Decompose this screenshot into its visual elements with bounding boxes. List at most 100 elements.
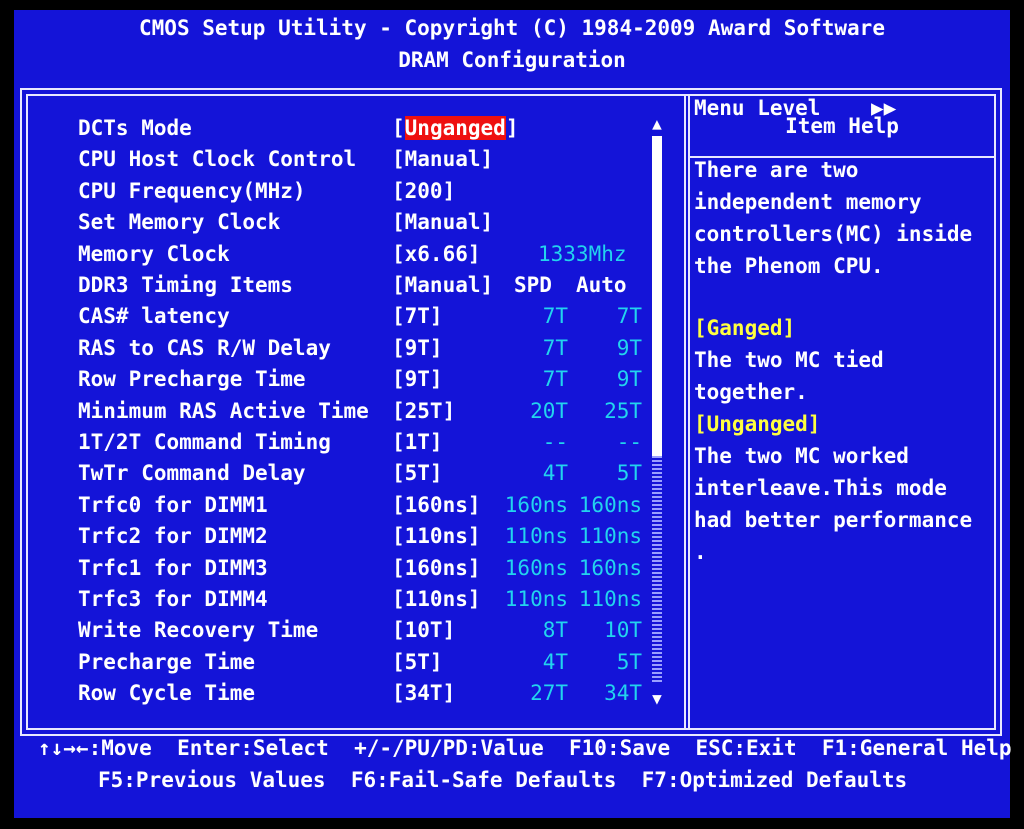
setting-value[interactable]: [x6.66] — [392, 242, 481, 266]
setting-row[interactable]: RAS to CAS R/W Delay [9T] 7T 9T — [78, 336, 658, 367]
setting-value[interactable]: [Unganged] — [392, 116, 518, 140]
setting-label: CPU Frequency(MHz) — [78, 178, 306, 203]
panel-divider — [684, 96, 690, 728]
spd-value: 4T — [542, 461, 568, 486]
setting-row[interactable]: CPU Host Clock Control [Manual] — [78, 147, 658, 178]
help-unganged-label: [Unganged] — [694, 412, 821, 436]
selected-value-highlight[interactable]: Unganged — [404, 116, 506, 140]
setting-row[interactable]: 1T/2T Command Timing [1T] -- -- — [78, 430, 658, 461]
spd-column-header: SPD — [514, 273, 552, 297]
scroll-down-arrow-icon[interactable]: ▼ — [650, 689, 664, 708]
setting-value[interactable]: [10T] — [392, 618, 455, 642]
setting-value[interactable]: [Manual] — [392, 147, 493, 171]
spd-value: 110ns — [504, 524, 568, 549]
utility-title: CMOS Setup Utility - Copyright (C) 1984-… — [139, 16, 885, 40]
auto-value: 9T — [616, 335, 642, 360]
setting-value[interactable]: [200] — [392, 179, 455, 203]
spd-value: 7T — [542, 304, 568, 329]
setting-label: Precharge Time — [78, 649, 256, 674]
setting-row[interactable]: CAS# latency [7T] 7T 7T — [78, 304, 658, 335]
footer-keys-line2: F5:Previous Values F6:Fail-Safe Defaults… — [98, 768, 908, 792]
setting-value[interactable]: [34T] — [392, 681, 455, 705]
spd-value: 8T — [542, 618, 568, 643]
setting-label: Trfc0 for DIMM1 — [78, 492, 268, 517]
spd-value: 7T — [542, 335, 568, 360]
auto-value: 5T — [616, 461, 642, 486]
setting-row[interactable]: Trfc2 for DIMM2 [110ns] 110ns 110ns — [78, 524, 658, 555]
help-unganged-text: The two MC worked interleave.This mode h… — [694, 444, 973, 564]
auto-value: 9T — [616, 367, 642, 392]
setting-value[interactable]: [110ns] — [392, 587, 481, 611]
setting-value[interactable]: [5T] — [392, 461, 443, 485]
auto-value: 25T — [604, 398, 642, 423]
menu-level-label: Menu Level — [694, 96, 821, 120]
setting-value[interactable]: [160ns] — [392, 493, 481, 517]
setting-row[interactable]: Trfc3 for DIMM4 [110ns] 110ns 110ns — [78, 587, 658, 618]
auto-value: 160ns — [578, 492, 642, 517]
menu-level-arrow-icon: ▶▶ — [871, 96, 897, 120]
setting-row[interactable]: Trfc1 for DIMM3 [160ns] 160ns 160ns — [78, 556, 658, 587]
spd-value: 20T — [530, 398, 568, 423]
setting-row[interactable]: Memory Clock [x6.66] 1333Mhz — [78, 242, 658, 273]
setting-row[interactable]: Row Precharge Time [9T] 7T 9T — [78, 367, 658, 398]
bios-screen: CMOS Setup Utility - Copyright (C) 1984-… — [14, 10, 1012, 818]
memory-clock-readout: 1333Mhz — [538, 241, 627, 266]
page-title: DRAM Configuration — [398, 48, 626, 72]
spd-value: 27T — [530, 681, 568, 706]
auto-value: 5T — [616, 649, 642, 674]
setting-value[interactable]: [25T] — [392, 399, 455, 423]
scroll-up-arrow-icon[interactable]: ▲ — [650, 114, 664, 133]
setting-value[interactable]: [9T] — [392, 336, 443, 360]
auto-value: 34T — [604, 681, 642, 706]
setting-row[interactable]: CPU Frequency(MHz) [200] — [78, 179, 658, 210]
setting-value[interactable]: [1T] — [392, 430, 443, 454]
spd-value: 7T — [542, 367, 568, 392]
auto-value: 7T — [616, 304, 642, 329]
setting-label: Trfc2 for DIMM2 — [78, 524, 268, 549]
spd-value: 160ns — [504, 555, 568, 580]
setting-label: Trfc3 for DIMM4 — [78, 587, 268, 611]
setting-value[interactable]: [5T] — [392, 650, 443, 674]
auto-value: 10T — [604, 618, 642, 643]
item-help-panel: Menu Level ▶▶ There are two independent … — [694, 92, 994, 568]
setting-value[interactable]: [160ns] — [392, 556, 481, 580]
setting-row[interactable]: Row Cycle Time [34T] 27T 34T — [78, 681, 658, 712]
auto-value: 160ns — [578, 555, 642, 580]
spd-value: -- — [542, 430, 568, 454]
help-ganged-label: [Ganged] — [694, 316, 796, 340]
spd-value: 110ns — [504, 587, 568, 611]
setting-label: Write Recovery Time — [78, 618, 319, 643]
spd-value: 4T — [542, 649, 568, 674]
spd-value: 160ns — [504, 492, 568, 517]
menu-level: Menu Level ▶▶ — [694, 92, 994, 124]
help-ganged-text: The two MC tied together. — [694, 348, 884, 404]
setting-label: CPU Host Clock Control — [78, 147, 357, 172]
setting-row[interactable]: DCTs Mode [Unganged] — [78, 116, 658, 147]
setting-label: DDR3 Timing Items — [78, 273, 293, 297]
scrollbar[interactable]: ▲ ▼ — [650, 114, 664, 708]
setting-label: Row Cycle Time — [78, 681, 256, 706]
auto-column-header: Auto — [576, 273, 627, 297]
setting-row[interactable]: Trfc0 for DIMM1 [160ns] 160ns 160ns — [78, 493, 658, 524]
setting-value[interactable]: [9T] — [392, 367, 443, 391]
setting-label: DCTs Mode — [78, 116, 192, 140]
setting-row[interactable]: Write Recovery Time [10T] 8T 10T — [78, 618, 658, 649]
setting-value[interactable]: [Manual] — [392, 210, 493, 234]
footer-keys-line1: ↑↓→←:Move Enter:Select +/-/PU/PD:Value F… — [38, 736, 1012, 760]
scroll-thumb[interactable] — [652, 136, 662, 456]
setting-row[interactable]: DDR3 Timing Items [Manual] SPD Auto — [78, 273, 658, 304]
auto-value: 110ns — [578, 587, 642, 611]
setting-value[interactable]: [110ns] — [392, 524, 481, 548]
setting-label: Minimum RAS Active Time — [78, 398, 369, 423]
auto-value: 110ns — [578, 524, 642, 549]
setting-row[interactable]: TwTr Command Delay [5T] 4T 5T — [78, 461, 658, 492]
setting-label: CAS# latency — [78, 304, 230, 329]
help-intro: There are two independent memory control… — [694, 158, 973, 278]
setting-value[interactable]: [Manual] — [392, 273, 493, 297]
setting-row[interactable]: Minimum RAS Active Time [25T] 20T 25T — [78, 399, 658, 430]
setting-label: Memory Clock — [78, 241, 230, 266]
setting-row[interactable]: Set Memory Clock [Manual] — [78, 210, 658, 241]
setting-row[interactable]: Precharge Time [5T] 4T 5T — [78, 650, 658, 681]
setting-label: 1T/2T Command Timing — [78, 430, 331, 454]
setting-value[interactable]: [7T] — [392, 304, 443, 328]
